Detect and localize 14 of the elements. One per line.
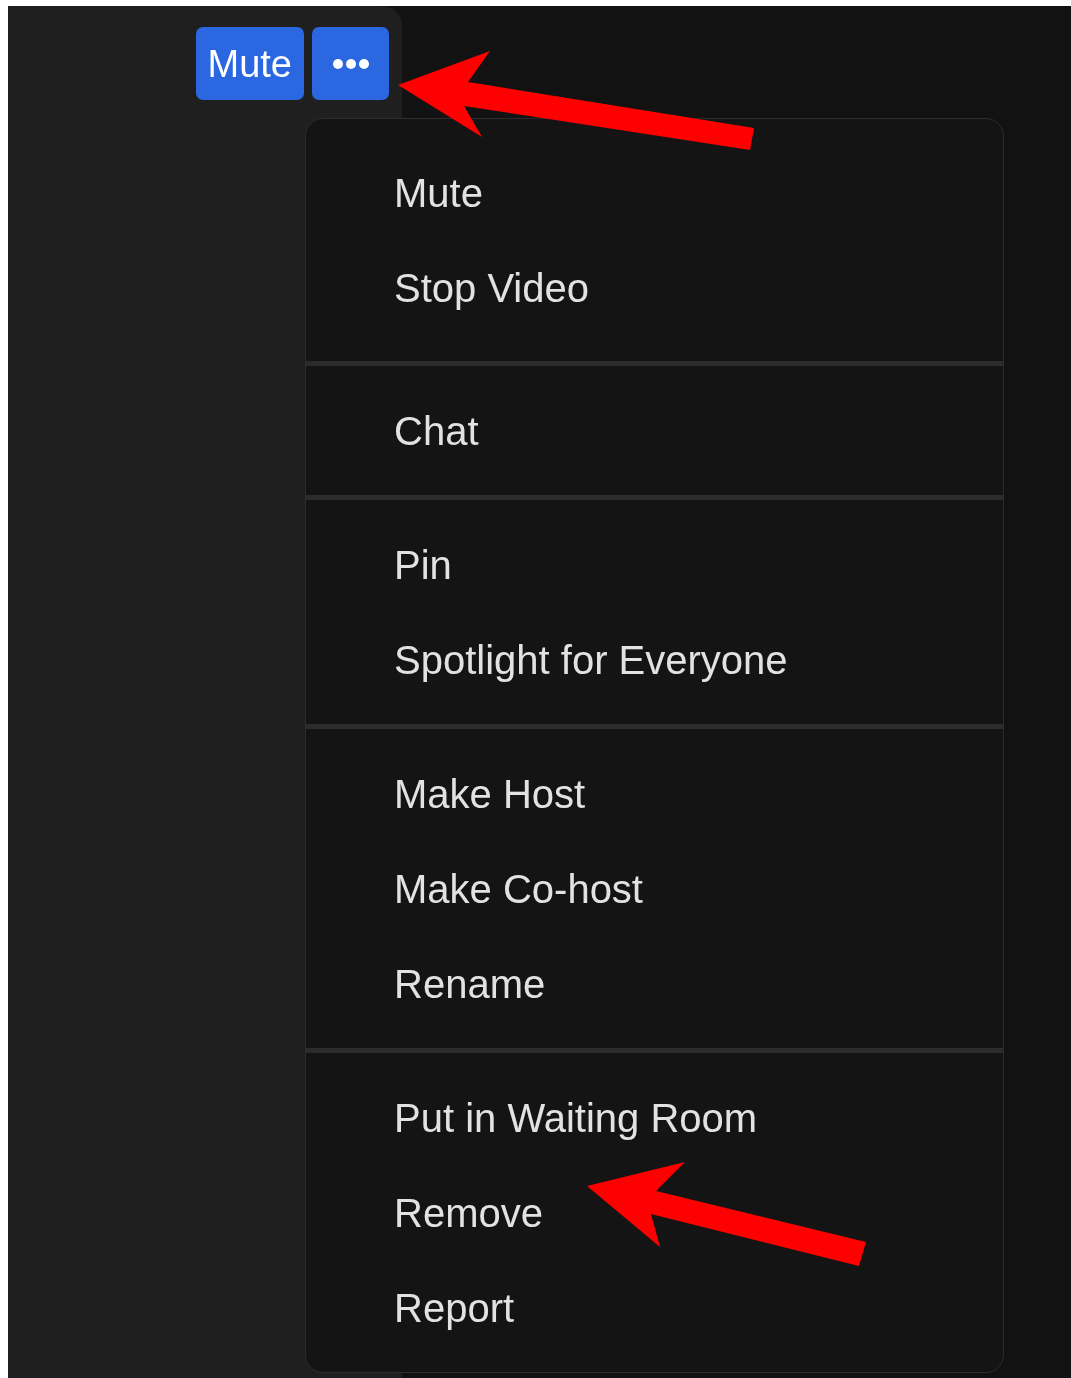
menu-item[interactable]: Stop Video <box>306 240 1003 335</box>
menu-item[interactable]: Rename <box>306 936 1003 1031</box>
menu-item[interactable]: Chat <box>306 383 1003 478</box>
more-icon <box>331 57 370 70</box>
menu-item[interactable]: Spotlight for Everyone <box>306 612 1003 707</box>
menu-item[interactable]: Put in Waiting Room <box>306 1070 1003 1165</box>
menu-item[interactable]: Make Host <box>306 746 1003 841</box>
menu-item[interactable]: Report <box>306 1260 1003 1355</box>
menu-item[interactable]: Pin <box>306 517 1003 612</box>
menu-item[interactable]: Make Co-host <box>306 841 1003 936</box>
more-button[interactable] <box>312 27 389 100</box>
mute-button[interactable]: Mute <box>195 27 304 100</box>
menu-item[interactable]: Mute <box>306 145 1003 240</box>
menu-item[interactable]: Remove <box>306 1165 1003 1260</box>
